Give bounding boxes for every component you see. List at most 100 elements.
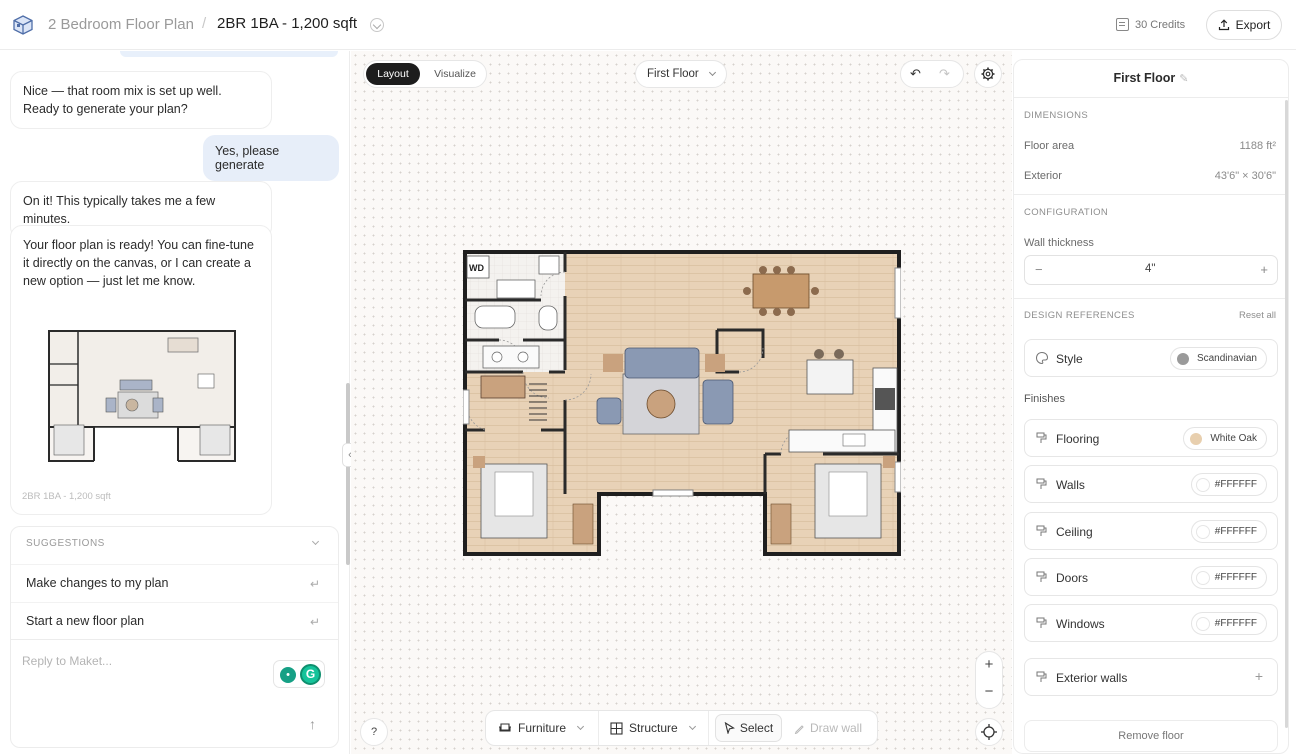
- structure-menu[interactable]: Structure: [610, 711, 696, 745]
- suggestions-box: SUGGESTIONS Make changes to my plan ↵ St…: [10, 526, 339, 748]
- message-text: Nice — that room mix is set up well. Rea…: [23, 84, 222, 116]
- floor-plan-thumbnail[interactable]: [48, 330, 236, 462]
- redo-icon[interactable]: ↷: [939, 66, 950, 82]
- finish-value-pill[interactable]: White Oak: [1183, 427, 1267, 450]
- finish-row-flooring[interactable]: Flooring White Oak: [1024, 419, 1278, 457]
- finish-color-pill[interactable]: #FFFFFF: [1191, 566, 1267, 589]
- increment-icon[interactable]: +: [1260, 262, 1268, 277]
- undo-icon[interactable]: ↶: [910, 66, 921, 82]
- finish-value: #FFFFFF: [1214, 618, 1257, 629]
- chat-panel: Nice — that room mix is set up well. Rea…: [0, 51, 358, 754]
- floor-plan-canvas[interactable]: Layout Visualize First Floor ↶ ↷ WD + − …: [351, 51, 1012, 754]
- laundry-counter: [496, 279, 536, 299]
- credits-indicator[interactable]: 30 Credits: [1116, 18, 1185, 31]
- finish-row-windows[interactable]: Windows #FFFFFF: [1024, 604, 1278, 642]
- finish-row-doors[interactable]: Doors #FFFFFF: [1024, 558, 1278, 596]
- finish-label: Windows: [1056, 617, 1105, 631]
- return-icon: ↵: [309, 577, 320, 591]
- pencil-icon: [794, 724, 804, 734]
- zoom-controls: + −: [975, 651, 1003, 709]
- color-swatch: [1196, 478, 1210, 492]
- select-label: Select: [739, 721, 774, 735]
- suggestion-label: Start a new floor plan: [26, 614, 145, 628]
- style-thumbnail: [1176, 353, 1189, 365]
- chat-message-user: Yes, please generate: [203, 135, 339, 181]
- storage-shelf: [480, 375, 526, 399]
- tab-layout[interactable]: Layout: [366, 63, 420, 85]
- plan-dropdown-icon[interactable]: [370, 18, 384, 32]
- credits-icon: [1116, 18, 1129, 31]
- remove-floor-button[interactable]: Remove floor: [1024, 720, 1278, 752]
- reply-area: • G ↑: [11, 639, 338, 747]
- draw-wall-tool[interactable]: Draw wall: [794, 711, 862, 745]
- style-value-pill[interactable]: Scandinavian: [1169, 347, 1267, 370]
- tab-visualize[interactable]: Visualize: [430, 63, 480, 85]
- laundry-sink: [538, 255, 560, 275]
- grammarly-icon[interactable]: G: [300, 664, 321, 685]
- finish-color-pill[interactable]: #FFFFFF: [1191, 612, 1267, 635]
- style-label: Style: [1056, 352, 1083, 366]
- paint-roller-icon: [1036, 478, 1047, 489]
- cursor-icon: [724, 722, 735, 734]
- chevron-down-icon: [576, 722, 585, 731]
- exterior-walls-row[interactable]: Exterior walls +: [1024, 658, 1278, 696]
- breadcrumb-separator: /: [202, 15, 207, 32]
- decrement-icon[interactable]: −: [1035, 262, 1043, 277]
- project-title[interactable]: 2 Bedroom Floor Plan: [48, 16, 194, 33]
- washer-dryer-label: WD: [469, 263, 484, 273]
- paint-roller-icon: [1036, 571, 1047, 582]
- side-table: [705, 354, 725, 372]
- help-button[interactable]: ?: [360, 718, 388, 746]
- plan-title[interactable]: 2BR 1BA - 1,200 sqft: [217, 15, 357, 32]
- configuration-header: CONFIGURATION: [1024, 207, 1109, 218]
- finish-row-ceiling[interactable]: Ceiling #FFFFFF: [1024, 512, 1278, 550]
- credits-label: 30 Credits: [1135, 18, 1186, 31]
- message-text: Yes, please generate: [215, 144, 280, 172]
- panel-title-text: First Floor: [1113, 71, 1176, 85]
- furniture-menu[interactable]: Furniture: [498, 711, 585, 745]
- grammarly-lightbulb-icon[interactable]: •: [280, 667, 296, 683]
- grammarly-widget[interactable]: • G: [273, 660, 325, 688]
- edit-pencil-icon[interactable]: ✎: [1179, 73, 1188, 85]
- zoom-in-icon[interactable]: +: [976, 656, 1002, 673]
- floor-area-label: Floor area: [1024, 140, 1075, 152]
- suggestion-item[interactable]: Make changes to my plan ↵: [11, 564, 338, 600]
- message-text: Your floor plan is ready! You can fine-t…: [23, 238, 254, 288]
- dining-table: [752, 273, 810, 309]
- palette-icon: [1035, 351, 1049, 365]
- color-swatch: [1196, 617, 1210, 631]
- flooring-swatch: [1190, 433, 1203, 445]
- chevron-down-icon[interactable]: [311, 537, 320, 546]
- finish-value: #FFFFFF: [1214, 572, 1257, 583]
- settings-button[interactable]: [974, 60, 1002, 88]
- add-icon[interactable]: +: [1255, 668, 1263, 684]
- divider: [1014, 298, 1288, 299]
- finish-label: Doors: [1056, 571, 1089, 585]
- chat-scrollbar[interactable]: [346, 383, 350, 565]
- finish-row-walls[interactable]: Walls #FFFFFF: [1024, 465, 1278, 503]
- recenter-button[interactable]: [975, 718, 1003, 746]
- floor-plan-drawing[interactable]: WD: [463, 250, 901, 556]
- thumbnail-caption: 2BR 1BA - 1,200 sqft: [22, 491, 111, 502]
- send-arrow-icon[interactable]: ↑: [309, 716, 316, 732]
- export-button[interactable]: Export: [1206, 10, 1282, 40]
- finish-color-pill[interactable]: #FFFFFF: [1191, 520, 1267, 543]
- wall-thickness-stepper[interactable]: − 4" +: [1024, 255, 1278, 285]
- style-row[interactable]: Style Scandinavian: [1024, 339, 1278, 377]
- style-value: Scandinavian: [1196, 353, 1257, 364]
- kitchen-island: [806, 359, 854, 395]
- floor-selector[interactable]: First Floor: [635, 60, 727, 88]
- app-logo-icon[interactable]: [12, 14, 34, 36]
- export-label: Export: [1235, 18, 1271, 32]
- select-tool[interactable]: Select: [715, 714, 782, 742]
- bedroom-1-desk: [572, 503, 594, 545]
- panel-scrollbar[interactable]: [1285, 100, 1288, 728]
- zoom-out-icon[interactable]: −: [976, 683, 1002, 700]
- finish-color-pill[interactable]: #FFFFFF: [1191, 473, 1267, 496]
- suggestion-item[interactable]: Start a new floor plan ↵: [11, 602, 338, 638]
- chevron-down-icon: [708, 68, 717, 77]
- reset-all-link[interactable]: Reset all: [1239, 310, 1276, 321]
- reply-input[interactable]: [22, 654, 262, 668]
- draw-wall-label: Draw wall: [810, 721, 863, 735]
- grid-icon: [610, 721, 623, 735]
